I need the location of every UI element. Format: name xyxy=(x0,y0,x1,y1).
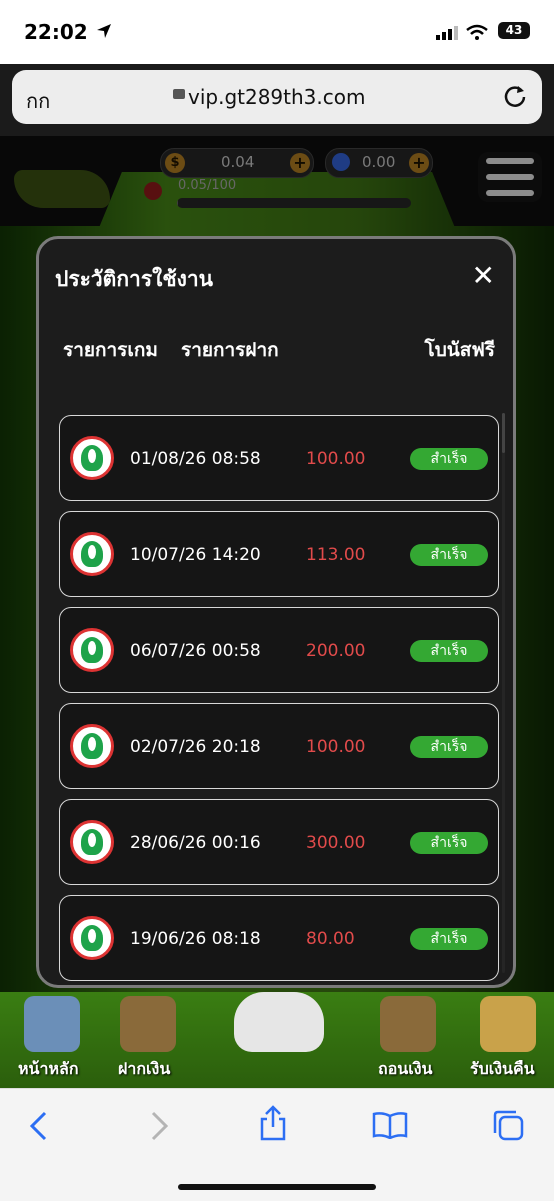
bank-logo-icon xyxy=(70,436,114,480)
wifi-icon xyxy=(466,24,488,40)
back-icon[interactable] xyxy=(28,1111,50,1141)
forward-icon[interactable] xyxy=(148,1111,170,1141)
status-bar: 22:02 43 xyxy=(0,0,554,64)
scrollbar-thumb[interactable] xyxy=(502,413,505,453)
nav-cashback[interactable]: รับเงินคืน xyxy=(470,1057,535,1082)
text-size-button[interactable]: กก xyxy=(26,85,50,117)
transaction-amount: 300.00 xyxy=(306,833,366,853)
withdraw-icon[interactable] xyxy=(380,996,436,1052)
transaction-amount: 113.00 xyxy=(306,545,366,565)
url-field[interactable]: vip.gt289th3.com xyxy=(188,85,365,109)
status-badge: สำเร็จ xyxy=(410,544,488,566)
battery-indicator: 43 xyxy=(498,22,530,39)
transaction-date: 02/07/26 20:18 xyxy=(130,737,261,757)
status-badge: สำเร็จ xyxy=(410,736,488,758)
transaction-amount: 100.00 xyxy=(306,737,366,757)
transaction-amount: 80.00 xyxy=(306,929,355,949)
home-icon[interactable] xyxy=(24,996,80,1052)
tab-deposit-history[interactable]: รายการฝาก xyxy=(181,335,279,365)
close-icon[interactable]: ✕ xyxy=(472,259,495,292)
status-badge: สำเร็จ xyxy=(410,448,488,470)
transaction-row[interactable]: 01/08/26 08:58 100.00 สำเร็จ xyxy=(59,415,499,501)
home-indicator xyxy=(178,1184,376,1190)
bottom-nav: หน้าหลัก ฝากเงิน ถอนเงิน รับเงินคืน xyxy=(0,992,554,1088)
signal-icon xyxy=(436,26,458,40)
transaction-row[interactable]: 02/07/26 20:18 100.00 สำเร็จ xyxy=(59,703,499,789)
bank-logo-icon xyxy=(70,532,114,576)
share-icon[interactable] xyxy=(258,1105,288,1141)
status-time: 22:02 xyxy=(24,20,88,44)
tab-game-history[interactable]: รายการเกม xyxy=(63,335,158,365)
controller-icon[interactable] xyxy=(234,992,324,1052)
bank-logo-icon xyxy=(70,628,114,672)
transaction-amount: 100.00 xyxy=(306,449,366,469)
cashback-icon[interactable] xyxy=(480,996,536,1052)
lock-icon xyxy=(173,89,185,99)
nav-deposit[interactable]: ฝากเงิน xyxy=(118,1057,170,1082)
transaction-date: 10/07/26 14:20 xyxy=(130,545,261,565)
nav-withdraw[interactable]: ถอนเงิน xyxy=(378,1057,432,1082)
status-badge: สำเร็จ xyxy=(410,832,488,854)
tabs-icon[interactable] xyxy=(492,1109,524,1141)
bank-logo-icon xyxy=(70,820,114,864)
history-tabs: รายการเกม รายการฝาก โบนัสฟรี xyxy=(39,335,513,375)
bookmarks-icon[interactable] xyxy=(372,1111,408,1139)
transaction-date: 01/08/26 08:58 xyxy=(130,449,261,469)
bank-logo-icon xyxy=(70,724,114,768)
bank-logo-icon xyxy=(70,916,114,960)
reload-icon[interactable] xyxy=(502,83,528,109)
transaction-row[interactable]: 19/06/26 08:18 80.00 สำเร็จ xyxy=(59,895,499,981)
transaction-row[interactable]: 06/07/26 00:58 200.00 สำเร็จ xyxy=(59,607,499,693)
location-arrow-icon xyxy=(97,24,111,38)
transaction-amount: 200.00 xyxy=(306,641,366,661)
nav-home[interactable]: หน้าหลัก xyxy=(18,1057,79,1082)
transaction-date: 28/06/26 00:16 xyxy=(130,833,261,853)
tab-free-bonus[interactable]: โบนัสฟรี xyxy=(424,335,495,365)
address-bar[interactable]: กก vip.gt289th3.com xyxy=(12,70,542,124)
status-badge: สำเร็จ xyxy=(410,640,488,662)
modal-title: ประวัติการใช้งาน xyxy=(55,267,214,291)
transaction-row[interactable]: 10/07/26 14:20 113.00 สำเร็จ xyxy=(59,511,499,597)
transaction-date: 06/07/26 00:58 xyxy=(130,641,261,661)
scrollbar-track[interactable] xyxy=(502,413,505,973)
transaction-row[interactable]: 28/06/26 00:16 300.00 สำเร็จ xyxy=(59,799,499,885)
deposit-icon[interactable] xyxy=(120,996,176,1052)
status-badge: สำเร็จ xyxy=(410,928,488,950)
transaction-date: 19/06/26 08:18 xyxy=(130,929,261,949)
history-modal: ประวัติการใช้งาน ✕ รายการเกม รายการฝาก โ… xyxy=(36,236,516,988)
